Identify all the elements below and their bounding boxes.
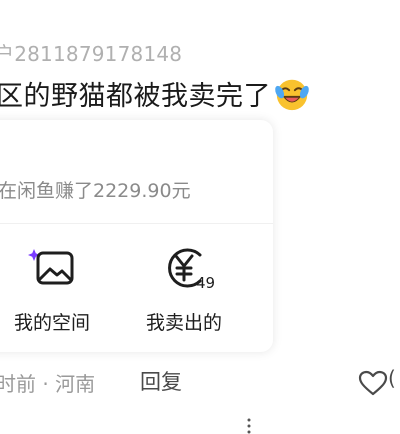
comment-username[interactable]: 户2811879178148 [0, 38, 182, 67]
my-space-label: 我的空间 [13, 312, 90, 334]
comment-text: 区的野猫都被我卖完了 [0, 81, 271, 112]
image-sparkle-icon [24, 240, 80, 296]
xianyu-card[interactable]: 在闲鱼赚了2229.90元 我的空间 49 我卖出的 [0, 120, 273, 434]
more-dots-icon[interactable] [246, 418, 252, 434]
heart-icon[interactable] [358, 370, 388, 396]
my-space-tile[interactable]: 我的空间 [2, 240, 102, 335]
my-sold-label: 我卖出的 [145, 312, 222, 334]
laughing-tears-emoji-icon [275, 79, 309, 110]
comment-row: 区的野猫都被我卖完了 [0, 74, 311, 113]
time-location: 时前 · 河南 [0, 372, 96, 396]
reply-button[interactable]: 回复 [140, 366, 182, 396]
sold-count-badge: 49 [196, 274, 215, 292]
yuan-circle-icon: 49 [156, 240, 215, 296]
earnings-text: 在闲鱼赚了2229.90元 [0, 180, 191, 202]
card-divider [0, 223, 273, 224]
like-extra-text: ( [388, 366, 396, 390]
my-sold-tile[interactable]: 49 我卖出的 [134, 240, 234, 335]
